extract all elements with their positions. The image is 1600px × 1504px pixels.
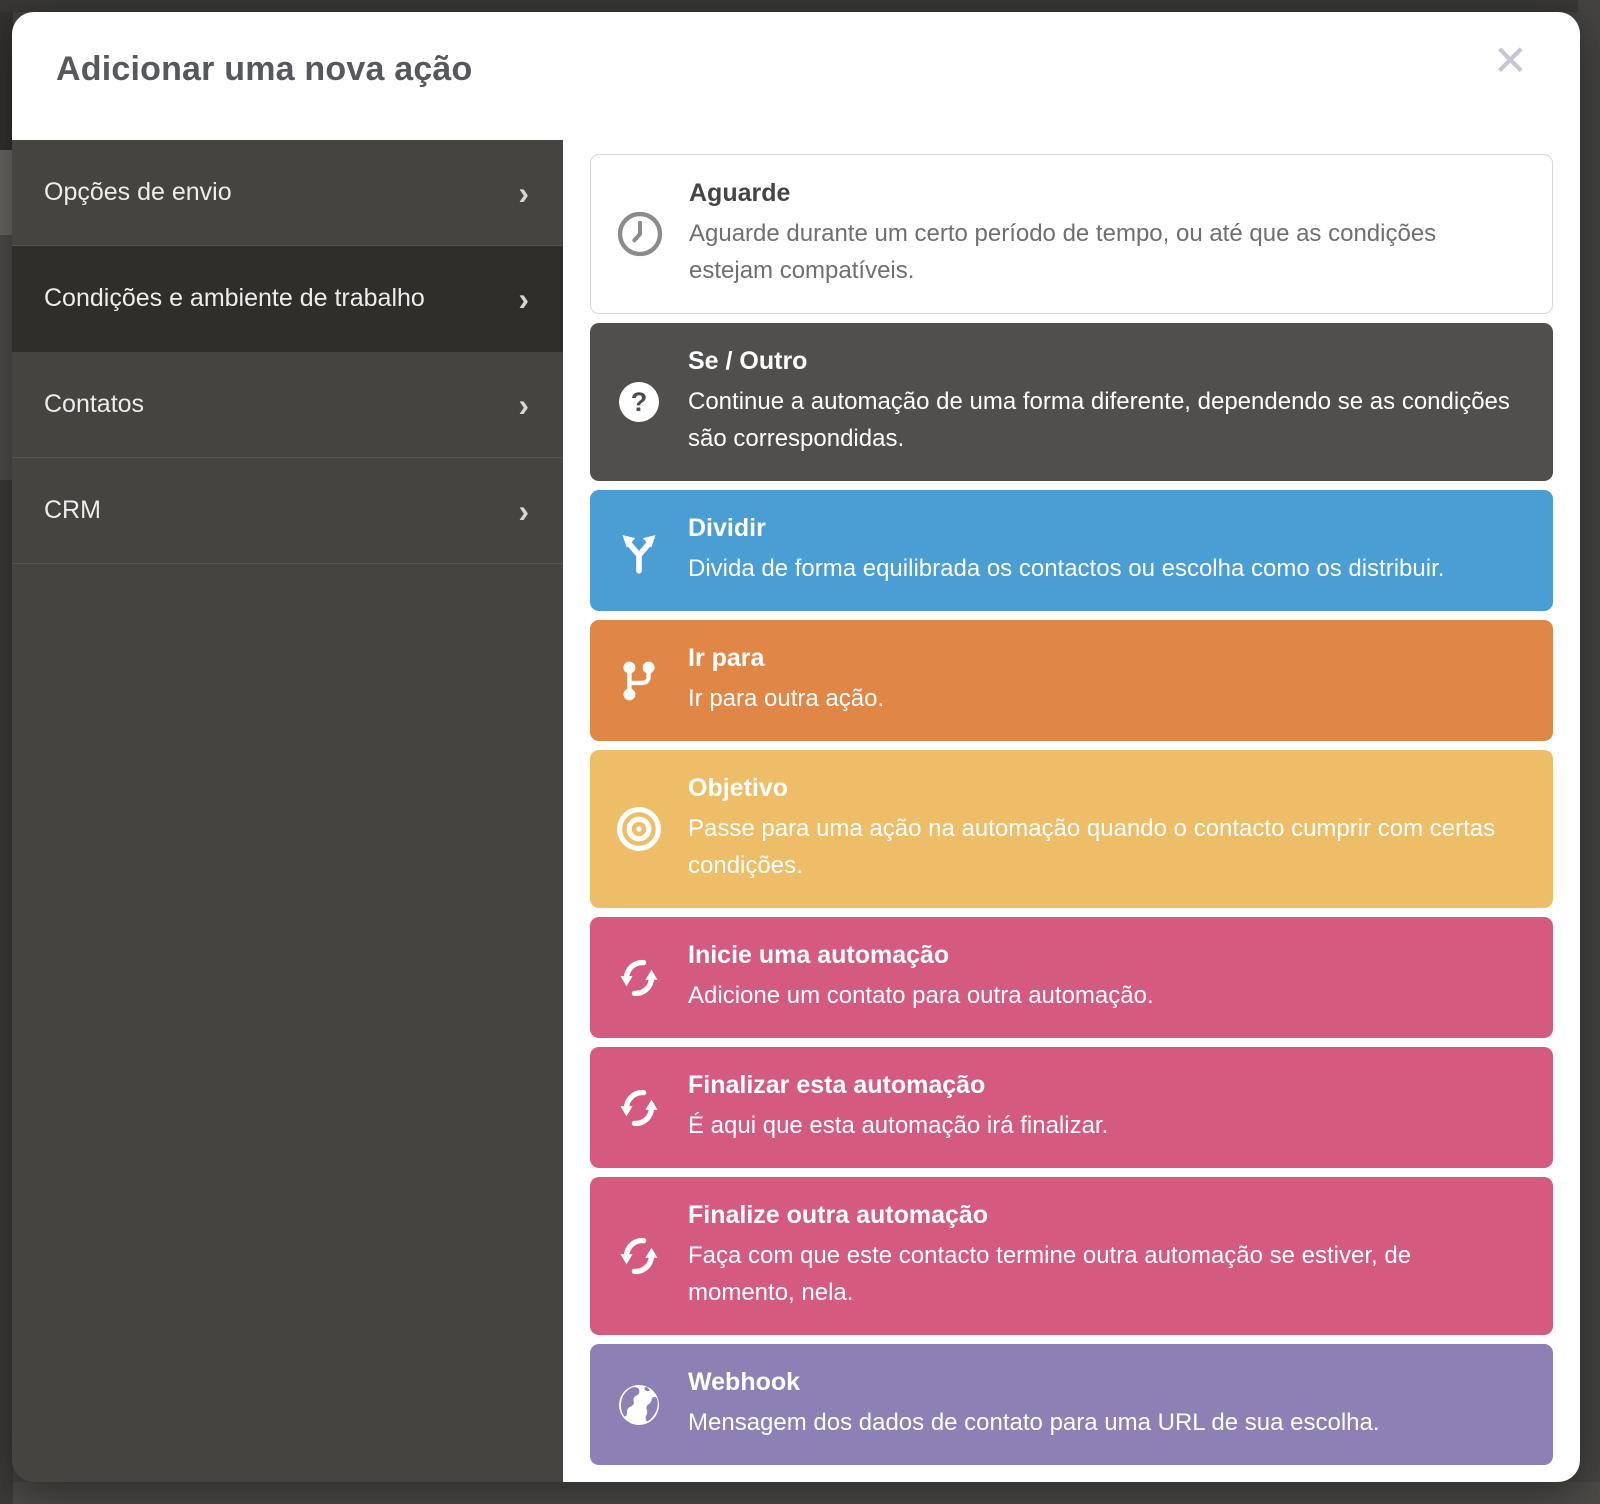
sidebar-item-label: Condições e ambiente de trabalho (44, 284, 425, 313)
action-title: Objetivo (688, 774, 1523, 803)
action-description: Passe para uma ação na automação quando … (688, 810, 1523, 884)
actions-list-panel: Aguarde Aguarde durante um certo período… (563, 140, 1580, 1482)
branch-icon (590, 658, 688, 704)
action-categories-sidebar: Opções de envio › Condições e ambiente d… (12, 140, 563, 1482)
action-card-objetivo[interactable]: Objetivo Passe para uma ação na automaçã… (590, 750, 1553, 908)
action-title: Finalize outra automação (688, 1201, 1523, 1230)
action-card-finalize-outra-automacao[interactable]: Finalize outra automação Faça com que es… (590, 1177, 1553, 1335)
backdrop-right (1578, 0, 1600, 1504)
target-icon (590, 804, 688, 854)
action-card-dividir[interactable]: Dividir Divida de forma equilibrada os c… (590, 490, 1553, 611)
action-title: Webhook (688, 1368, 1523, 1397)
action-title: Inicie uma automação (688, 941, 1523, 970)
action-card-webhook[interactable]: Webhook Mensagem dos dados de contato pa… (590, 1344, 1553, 1465)
sync-icon (590, 1086, 688, 1130)
action-title: Ir para (688, 644, 1523, 673)
close-icon[interactable]: ✕ (1493, 40, 1528, 82)
add-action-modal: Adicionar uma nova ação ✕ Opções de envi… (12, 12, 1580, 1482)
svg-text:?: ? (631, 387, 648, 417)
chevron-right-icon: › (518, 495, 529, 527)
action-description: Divida de forma equilibrada os contactos… (688, 550, 1523, 587)
sidebar-item-contatos[interactable]: Contatos › (12, 352, 563, 458)
sidebar-item-label: Contatos (44, 390, 144, 419)
sidebar-item-opcoes-de-envio[interactable]: Opções de envio › (12, 140, 563, 246)
action-title: Finalizar esta automação (688, 1071, 1523, 1100)
action-description: Mensagem dos dados de contato para uma U… (688, 1404, 1523, 1441)
action-description: Aguarde durante um certo período de temp… (689, 215, 1522, 289)
question-icon: ? (590, 378, 688, 426)
chevron-right-icon: › (518, 389, 529, 421)
sidebar-item-label: Opções de envio (44, 178, 232, 207)
action-card-ir-para[interactable]: Ir para Ir para outra ação. (590, 620, 1553, 741)
globe-icon (590, 1381, 688, 1429)
action-description: Adicione um contato para outra automação… (688, 977, 1523, 1014)
clock-icon (591, 209, 689, 259)
chevron-right-icon: › (518, 283, 529, 315)
action-description: Ir para outra ação. (688, 680, 1523, 717)
modal-title: Adicionar uma nova ação (56, 50, 473, 89)
sidebar-item-condicoes-e-ambiente[interactable]: Condições e ambiente de trabalho › (12, 246, 563, 352)
split-arrows-icon (590, 526, 688, 576)
chevron-right-icon: › (518, 177, 529, 209)
action-card-se-outro[interactable]: ? Se / Outro Continue a automação de uma… (590, 323, 1553, 481)
sidebar-item-crm[interactable]: CRM › (12, 458, 563, 564)
action-description: Faça com que este contacto termine outra… (688, 1237, 1523, 1311)
backdrop-top (0, 0, 1600, 12)
action-description: É aqui que esta automação irá finalizar. (688, 1107, 1523, 1144)
action-title: Aguarde (689, 179, 1522, 208)
action-card-inicie-automacao[interactable]: Inicie uma automação Adicione um contato… (590, 917, 1553, 1038)
sync-icon (590, 956, 688, 1000)
sync-icon (590, 1234, 688, 1278)
action-card-finalizar-esta-automacao[interactable]: Finalizar esta automação É aqui que esta… (590, 1047, 1553, 1168)
sidebar-item-label: CRM (44, 496, 101, 525)
action-card-aguarde[interactable]: Aguarde Aguarde durante um certo período… (590, 154, 1553, 314)
action-title: Se / Outro (688, 347, 1523, 376)
action-title: Dividir (688, 514, 1523, 543)
action-description: Continue a automação de uma forma difere… (688, 383, 1523, 457)
backdrop-bottom (0, 1482, 1600, 1504)
modal-header: Adicionar uma nova ação ✕ (12, 12, 1580, 140)
